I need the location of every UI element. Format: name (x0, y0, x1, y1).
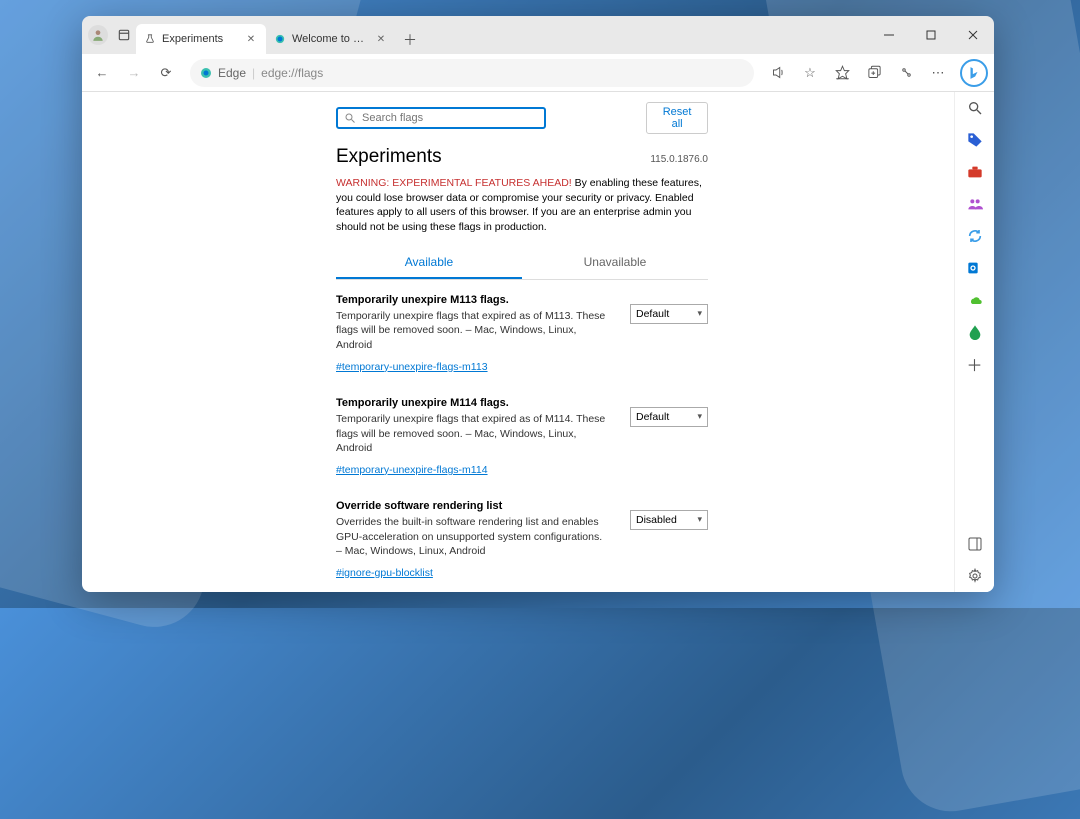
chevron-down-icon: ▾ (697, 514, 702, 525)
extensions-button[interactable] (892, 59, 920, 87)
toggle-sidebar-icon[interactable] (965, 534, 985, 554)
favorite-button[interactable]: ☆ (796, 59, 824, 87)
favorites-list-button[interactable] (828, 59, 856, 87)
back-button[interactable]: ← (88, 59, 116, 87)
flag-select-value: Disabled (636, 514, 677, 526)
outlook-icon[interactable] (965, 258, 985, 278)
chevron-down-icon: ▾ (697, 308, 702, 319)
refresh-button[interactable]: ⟳ (152, 59, 180, 87)
refresh-colored-icon[interactable] (965, 226, 985, 246)
people-icon[interactable] (965, 194, 985, 214)
close-icon[interactable]: ✕ (244, 32, 258, 46)
toolbar: ← → ⟳ Edge | ☆ ⋯ (82, 54, 994, 92)
close-window-button[interactable] (952, 16, 994, 54)
search-icon[interactable] (965, 98, 985, 118)
flask-icon (144, 33, 156, 45)
reset-all-button[interactable]: Reset all (646, 102, 708, 134)
add-sidebar-button[interactable]: ＋ (965, 354, 985, 374)
settings-icon[interactable] (965, 566, 985, 586)
flag-title: Override software rendering list (336, 500, 610, 512)
flag-row: Override software rendering list Overrid… (336, 500, 708, 581)
address-input[interactable] (261, 66, 744, 80)
flag-select-value: Default (636, 308, 669, 320)
page-title: Experiments (336, 146, 442, 168)
flag-row: Temporarily unexpire M113 flags. Tempora… (336, 294, 708, 375)
version-label: 115.0.1876.0 (650, 154, 708, 165)
flags-tabs: Available Unavailable (336, 247, 708, 280)
toolbox-icon[interactable] (965, 162, 985, 182)
shopping-tag-icon[interactable] (965, 130, 985, 150)
browser-tab-welcome[interactable]: Welcome to Microsoft Edge Can ✕ (266, 24, 396, 54)
flag-description: Temporarily unexpire flags that expired … (336, 412, 610, 456)
flag-row: Temporarily unexpire M114 flags. Tempora… (336, 397, 708, 478)
warning-label: WARNING: EXPERIMENTAL FEATURES AHEAD! (336, 177, 572, 189)
flags-search-box[interactable] (336, 107, 546, 129)
flag-select-value: Default (636, 411, 669, 423)
search-icon (344, 112, 356, 124)
flag-select[interactable]: Default ▾ (630, 304, 708, 324)
bing-sidebar-button[interactable] (960, 59, 988, 87)
tab-strip: Experiments ✕ Welcome to Microsoft Edge … (136, 16, 868, 54)
flags-search-input[interactable] (362, 112, 538, 124)
edge-secure-icon (200, 67, 212, 79)
page-content[interactable]: /* override: center page-inner correctly… (82, 92, 954, 592)
edge-icon (274, 33, 286, 45)
tab-title: Experiments (162, 33, 238, 45)
address-bar[interactable]: Edge | (190, 59, 754, 87)
collections-button[interactable] (860, 59, 888, 87)
flag-anchor-link[interactable]: #temporary-unexpire-flags-m113 (336, 361, 488, 373)
flag-anchor-link[interactable]: #ignore-gpu-blocklist (336, 567, 433, 579)
minimize-button[interactable] (868, 16, 910, 54)
tab-unavailable[interactable]: Unavailable (522, 247, 708, 279)
flags-list: Temporarily unexpire M113 flags. Tempora… (336, 294, 708, 592)
maximize-button[interactable] (910, 16, 952, 54)
drop-icon[interactable] (965, 322, 985, 342)
read-aloud-button[interactable] (764, 59, 792, 87)
onedrive-icon[interactable] (965, 290, 985, 310)
edge-sidebar: ＋ (954, 92, 994, 592)
flag-select[interactable]: Disabled ▾ (630, 510, 708, 530)
flag-description: Temporarily unexpire flags that expired … (336, 309, 610, 353)
address-scheme: Edge (218, 66, 246, 80)
window-controls (868, 16, 994, 54)
tab-title: Welcome to Microsoft Edge Can (292, 33, 368, 45)
browser-tab-experiments[interactable]: Experiments ✕ (136, 24, 266, 54)
page-inner: Reset all Experiments 115.0.1876.0 WARNI… (336, 92, 708, 592)
flag-anchor-link[interactable]: #temporary-unexpire-flags-m114 (336, 464, 488, 476)
flag-title: Temporarily unexpire M114 flags. (336, 397, 610, 409)
chevron-down-icon: ▾ (697, 411, 702, 422)
new-tab-button[interactable]: ＋ (396, 26, 424, 54)
browser-window: Experiments ✕ Welcome to Microsoft Edge … (82, 16, 994, 592)
flag-description: Overrides the built-in software renderin… (336, 515, 610, 559)
profile-button[interactable] (88, 25, 108, 45)
close-icon[interactable]: ✕ (374, 32, 388, 46)
tab-available[interactable]: Available (336, 247, 522, 279)
titlebar: Experiments ✕ Welcome to Microsoft Edge … (82, 16, 994, 54)
flag-title: Temporarily unexpire M113 flags. (336, 294, 610, 306)
forward-button[interactable]: → (120, 59, 148, 87)
warning-text: WARNING: EXPERIMENTAL FEATURES AHEAD! By… (336, 176, 708, 235)
more-button[interactable]: ⋯ (924, 59, 952, 87)
tab-actions-button[interactable] (112, 23, 136, 47)
flag-select[interactable]: Default ▾ (630, 407, 708, 427)
